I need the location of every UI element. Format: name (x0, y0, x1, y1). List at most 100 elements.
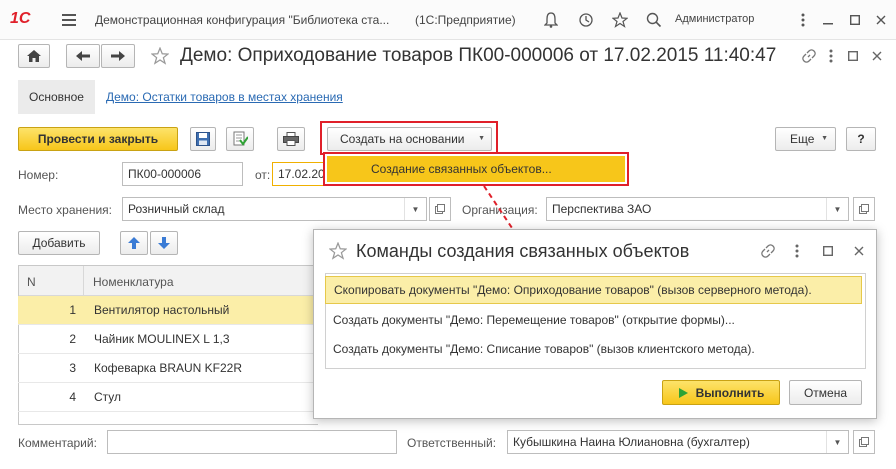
table-row[interactable]: 1 Вентилятор настольный (18, 296, 318, 325)
row-number: 3 (69, 361, 76, 375)
link-icon[interactable] (800, 47, 818, 65)
post-and-close-button[interactable]: Провести и закрыть (18, 127, 178, 151)
responsible-dropdown-icon[interactable]: ▼ (826, 431, 848, 453)
close-icon[interactable] (871, 10, 891, 30)
history-icon[interactable] (575, 10, 597, 30)
row-number: 2 (69, 332, 76, 346)
open-icon (435, 204, 445, 214)
storage-dropdown-icon[interactable]: ▼ (404, 198, 426, 220)
maximize-icon[interactable] (845, 10, 865, 30)
floppy-disk-icon (196, 132, 210, 146)
storage-open-button[interactable] (429, 197, 451, 221)
cancel-button[interactable]: Отмена (789, 380, 862, 405)
execute-label: Выполнить (695, 385, 765, 400)
dialog-title: Команды создания связанных объектов (356, 241, 690, 261)
command-item-label: Создать документы "Демо: Списание товаро… (333, 342, 755, 356)
row-number: 4 (69, 390, 76, 404)
responsible-label: Ответственный: (407, 436, 497, 450)
minimize-icon[interactable] (818, 10, 838, 30)
number-field[interactable]: ПК00-000006 (122, 162, 243, 186)
app-logo[interactable]: 1С (10, 10, 30, 28)
more-label: Еще (790, 132, 815, 146)
home-button[interactable] (18, 44, 50, 68)
favorite-star-icon[interactable] (150, 45, 170, 67)
save-button[interactable] (190, 127, 216, 151)
row-item: Чайник MOULINEX L 1,3 (94, 332, 230, 346)
create-based-on-button[interactable]: Создать на основании ▼ (327, 127, 492, 151)
tab-main[interactable]: Основное (18, 80, 95, 114)
execute-button[interactable]: Выполнить (662, 380, 780, 405)
doc-close-icon[interactable] (868, 47, 886, 65)
chevron-down-icon: ▼ (478, 135, 485, 142)
col-header-name[interactable]: Номенклатура (93, 275, 174, 289)
comment-field[interactable] (107, 430, 397, 454)
command-item[interactable]: Создать документы "Демо: Перемещение тов… (325, 306, 862, 334)
col-header-n[interactable]: N (27, 275, 36, 289)
organization-field[interactable]: Перспектива ЗАО ▼ (546, 197, 849, 221)
more-chevron-icon: ▼ (821, 135, 828, 142)
move-down-button[interactable] (150, 231, 178, 255)
storage-field[interactable]: Розничный склад ▼ (122, 197, 427, 221)
main-menu-icon[interactable] (58, 10, 80, 30)
create-based-on-label: Создать на основании (340, 132, 465, 146)
help-button[interactable]: ? (846, 127, 876, 151)
back-button[interactable] (66, 44, 100, 68)
arrow-down-icon (158, 237, 170, 249)
row-item: Кофеварка BRAUN KF22R (94, 361, 243, 375)
tab-main-label: Основное (29, 90, 84, 104)
arrow-right-icon (111, 51, 125, 61)
table-row[interactable]: 4 Стул (18, 383, 318, 412)
command-item[interactable]: Скопировать документы "Демо: Оприходован… (325, 276, 862, 304)
table-row[interactable]: 3 Кофеварка BRAUN KF22R (18, 354, 318, 383)
create-based-popup: Создание связанных объектов... (323, 152, 629, 186)
move-up-button[interactable] (120, 231, 148, 255)
dialog-favorite-icon[interactable] (328, 241, 348, 261)
table-row[interactable]: 2 Чайник MOULINEX L 1,3 (18, 325, 318, 354)
dialog-more-icon[interactable] (792, 242, 802, 260)
title-bar: 1С Демонстрационная конфигурация "Библио… (0, 0, 896, 40)
organization-open-button[interactable] (853, 197, 875, 221)
dialog-close-icon[interactable] (850, 242, 868, 260)
dialog-maximize-icon[interactable] (820, 242, 836, 260)
row-number: 1 (69, 303, 76, 317)
arrow-left-icon (76, 51, 90, 61)
settings-menu-icon[interactable] (796, 10, 810, 30)
organization-value: Перспектива ЗАО (552, 202, 652, 216)
post-button[interactable] (226, 127, 254, 151)
post-document-icon (233, 131, 248, 146)
user-name[interactable]: Администратор (675, 13, 754, 25)
platform-label: (1С:Предприятие) (415, 13, 516, 27)
table-header: N Номенклатура (19, 266, 319, 296)
printer-icon (283, 132, 299, 146)
command-item-label: Скопировать документы "Демо: Оприходован… (334, 283, 812, 297)
popup-item-create-related[interactable]: Создание связанных объектов... (327, 156, 625, 182)
command-item[interactable]: Создать документы "Демо: Списание товаро… (325, 335, 862, 363)
open-icon (859, 437, 869, 447)
home-icon (27, 50, 41, 62)
doc-maximize-icon[interactable] (845, 47, 861, 65)
notifications-icon[interactable] (540, 10, 562, 30)
row-item: Вентилятор настольный (94, 303, 230, 317)
col-divider (83, 266, 84, 296)
responsible-value: Кубышкина Наина Юлиановна (бухгалтер) (513, 435, 750, 449)
organization-dropdown-icon[interactable]: ▼ (826, 198, 848, 220)
more-button[interactable]: Еще ▼ (775, 127, 836, 151)
row-item: Стул (94, 390, 122, 404)
forward-button[interactable] (101, 44, 135, 68)
dialog-link-icon[interactable] (759, 242, 777, 260)
responsible-open-button[interactable] (853, 430, 875, 454)
nav-link-stock[interactable]: Демо: Остатки товаров в местах хранения (106, 90, 343, 104)
add-row-button[interactable]: Добавить (18, 231, 100, 255)
popup-item-label: Создание связанных объектов... (371, 162, 552, 176)
storage-label: Место хранения: (18, 203, 112, 217)
play-icon (678, 387, 688, 398)
responsible-field[interactable]: Кубышкина Наина Юлиановна (бухгалтер) ▼ (507, 430, 849, 454)
open-icon (859, 204, 869, 214)
comment-label: Комментарий: (18, 436, 97, 450)
arrow-up-icon (128, 237, 140, 249)
number-label: Номер: (18, 168, 59, 182)
search-icon[interactable] (643, 10, 665, 30)
doc-more-icon[interactable] (826, 47, 836, 65)
print-button[interactable] (277, 127, 305, 151)
favorites-icon[interactable] (609, 10, 631, 30)
